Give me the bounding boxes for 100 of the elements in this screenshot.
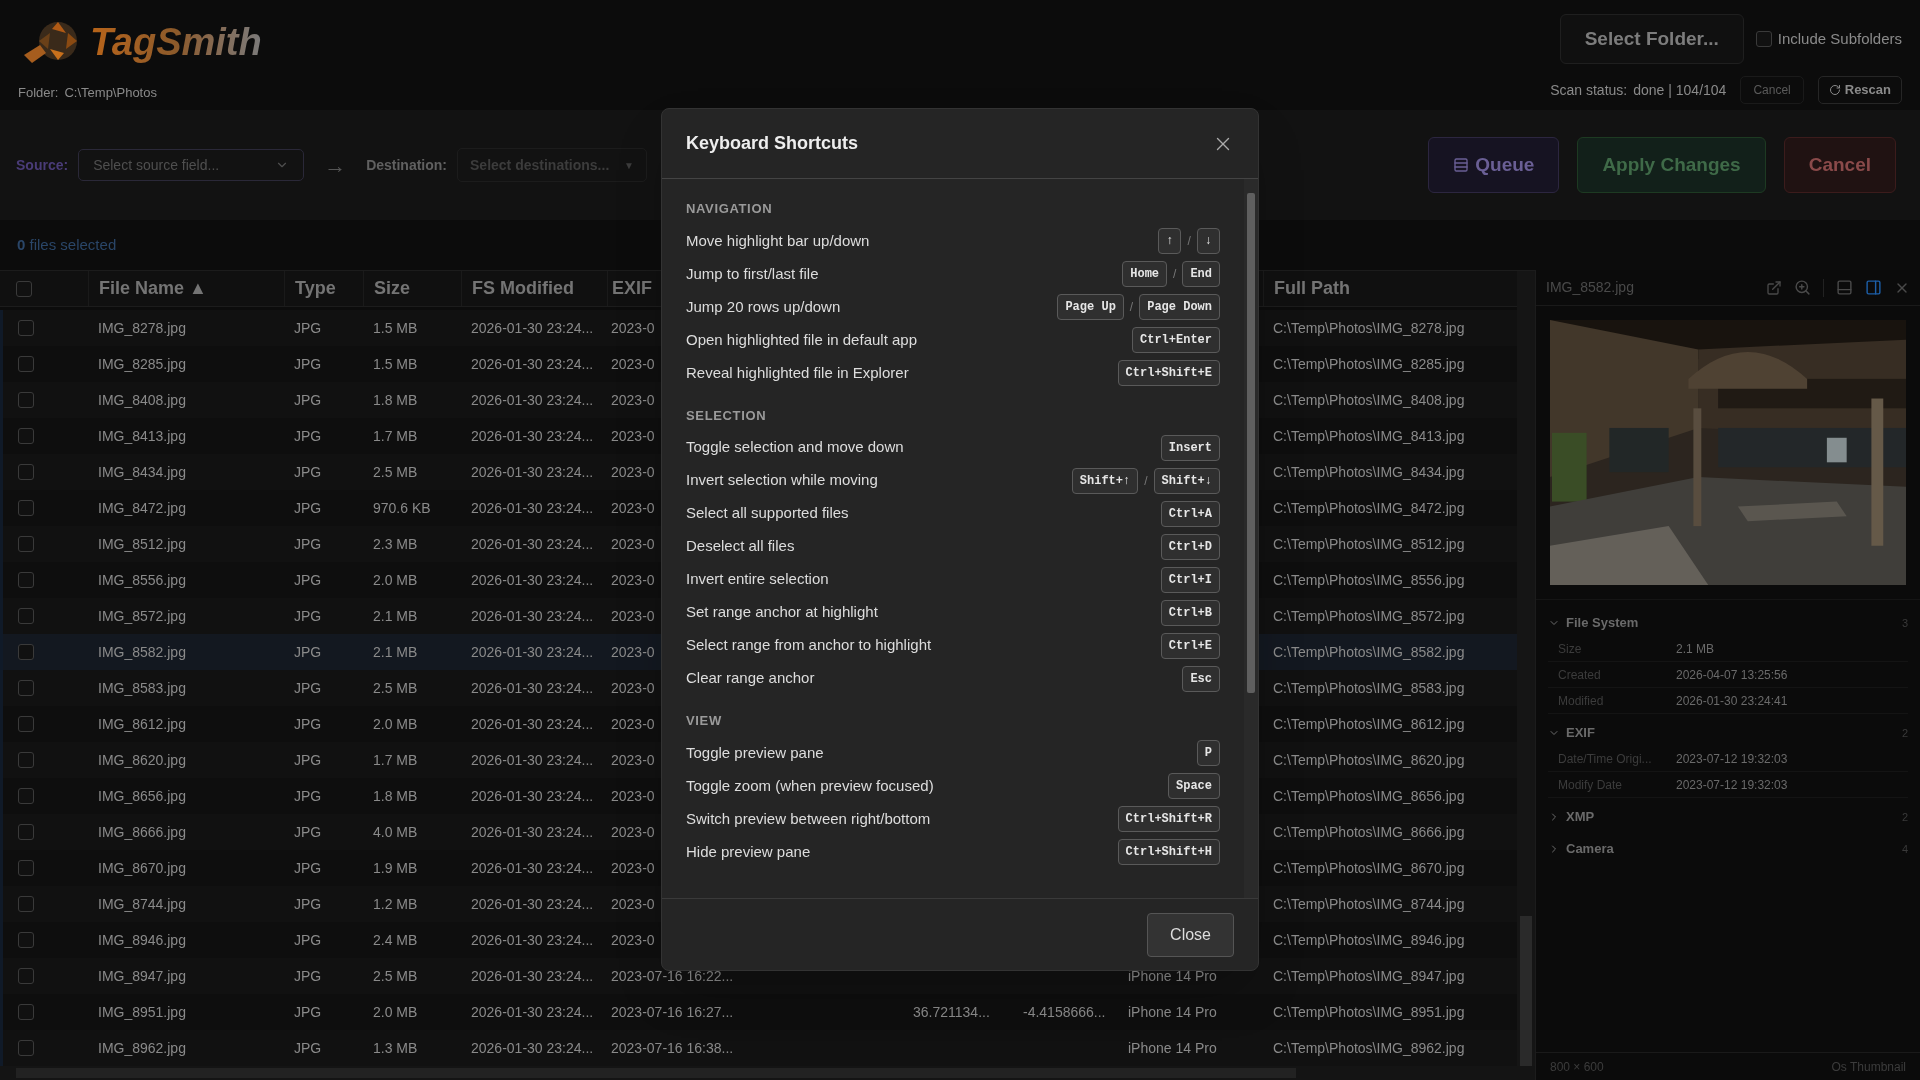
checkbox-label: Include Subfolders xyxy=(1777,28,1902,49)
table-cell: IMG_8582.jpg xyxy=(98,643,186,660)
table-cell: 1.7 MB xyxy=(373,751,418,768)
table-cell: 2023-0 xyxy=(611,319,655,336)
shortcut-label: Clear range anchor xyxy=(686,668,815,689)
table-cell: 2023-0 xyxy=(611,823,655,840)
table-cell: 1.5 MB xyxy=(373,355,418,372)
table-cell: 2023-0 xyxy=(611,895,655,912)
table-cell: C:\Temp\Photos\IMG_8572.jpg xyxy=(1273,607,1465,624)
table-cell: JPG xyxy=(294,715,322,732)
table-cell: JPG xyxy=(294,319,322,336)
key-cap: Esc xyxy=(1182,665,1220,692)
table-cell: 2026-01-30 23:24... xyxy=(471,967,594,984)
table-cell: C:\Temp\Photos\IMG_8583.jpg xyxy=(1273,679,1465,696)
table-cell: 2.1 MB xyxy=(373,607,418,624)
table-cell: JPG xyxy=(294,967,322,984)
table-cell: 2026-01-30 23:24... xyxy=(471,931,594,948)
table-cell: JPG xyxy=(294,535,322,552)
table-cell: 2026-01-30 23:24... xyxy=(471,751,594,768)
table-cell: IMG_8962.jpg xyxy=(98,1039,186,1056)
destination-label: Destination: xyxy=(366,155,447,175)
table-cell: IMG_8666.jpg xyxy=(98,823,186,840)
table-cell: 2023-07-16 16:38... xyxy=(611,1039,734,1056)
table-cell: 2.1 MB xyxy=(373,643,418,660)
key-cap: Ctrl+Shift+E xyxy=(1117,360,1220,386)
key-cap: Ctrl+D xyxy=(1160,533,1220,560)
table-cell: 2026-01-30 23:24... xyxy=(471,895,594,912)
table-cell: 2026-01-30 23:24... xyxy=(471,1003,594,1020)
key-cap: Ctrl+Enter xyxy=(1132,327,1220,353)
table-cell: 2.4 MB xyxy=(373,931,418,948)
shortcut-label: Deselect all files xyxy=(686,536,795,557)
table-cell: JPG xyxy=(294,679,322,696)
shortcut-label: Set range anchor at highlight xyxy=(686,602,878,623)
table-cell: 2026-01-30 23:24... xyxy=(471,499,594,516)
table-cell: 2026-01-30 23:24... xyxy=(471,643,594,660)
table-cell: 2026-01-30 23:24... xyxy=(471,787,594,804)
key-cap: ↓ xyxy=(1196,228,1220,254)
table-cell: C:\Temp\Photos\IMG_8413.jpg xyxy=(1273,427,1465,444)
source-label: Source: xyxy=(16,155,69,175)
key-cap: Ctrl+E xyxy=(1160,632,1220,659)
shortcut-label: Invert selection while moving xyxy=(686,470,878,491)
table-cell: 2026-01-30 23:24... xyxy=(471,427,594,444)
table-cell: C:\Temp\Photos\IMG_8656.jpg xyxy=(1273,787,1465,804)
key-separator: / xyxy=(1173,266,1177,283)
table-cell: IMG_8278.jpg xyxy=(98,319,186,336)
table-cell: C:\Temp\Photos\IMG_8408.jpg xyxy=(1273,391,1465,408)
table-cell: JPG xyxy=(294,859,322,876)
table-cell: JPG xyxy=(294,931,322,948)
selection-count: 0 files selected xyxy=(17,234,117,255)
table-cell: 2023-0 xyxy=(611,499,655,516)
preview-filename: IMG_8582.jpg xyxy=(1546,278,1634,297)
shortcut-label: Open highlighted file in default app xyxy=(686,329,917,350)
key-separator: / xyxy=(1144,472,1148,490)
table-cell: JPG xyxy=(294,607,322,624)
table-cell: JPG xyxy=(294,751,322,768)
shortcut-label: Invert entire selection xyxy=(686,569,829,590)
table-cell: C:\Temp\Photos\IMG_8666.jpg xyxy=(1273,823,1465,840)
table-cell: 2.5 MB xyxy=(373,679,418,696)
table-cell: 2.0 MB xyxy=(373,1003,418,1020)
table-cell: 970.6 KB xyxy=(373,499,431,516)
table-cell: JPG xyxy=(294,499,322,516)
table-cell: -4.4158666... xyxy=(1023,1003,1106,1020)
table-cell: C:\Temp\Photos\IMG_8620.jpg xyxy=(1273,751,1465,768)
shortcut-label: Select all supported files xyxy=(686,503,849,524)
table-cell: C:\Temp\Photos\IMG_8434.jpg xyxy=(1273,463,1465,480)
table-cell: JPG xyxy=(294,787,322,804)
table-cell: IMG_8472.jpg xyxy=(98,499,186,516)
section-heading: SELECTION xyxy=(686,406,768,425)
table-cell: 2.5 MB xyxy=(373,463,418,480)
table-cell: C:\Temp\Photos\IMG_8285.jpg xyxy=(1273,355,1465,372)
dialog-title: Keyboard Shortcuts xyxy=(686,132,859,155)
section-heading: VIEW xyxy=(686,712,723,730)
key-cap: Ctrl+A xyxy=(1160,500,1220,527)
property-value: 2026-04-07 13:25:56 xyxy=(1676,666,1788,684)
table-cell: JPG xyxy=(294,823,322,840)
table-cell: IMG_8670.jpg xyxy=(98,859,186,876)
table-cell: 2026-01-30 23:24... xyxy=(471,607,594,624)
table-cell: 36.721134... xyxy=(913,1003,990,1020)
table-cell: 2026-01-30 23:24... xyxy=(471,319,594,336)
table-cell: 2.3 MB xyxy=(373,535,418,552)
table-cell: 2023-0 xyxy=(611,859,655,876)
table-cell: 2023-0 xyxy=(611,751,655,768)
table-cell: JPG xyxy=(294,463,322,480)
table-cell: C:\Temp\Photos\IMG_8962.jpg xyxy=(1273,1039,1465,1056)
key-cap: Ctrl+I xyxy=(1160,566,1220,593)
table-cell: IMG_8946.jpg xyxy=(98,931,186,948)
key-separator: / xyxy=(1129,299,1134,316)
table-cell: 1.8 MB xyxy=(373,391,418,408)
folder-path: C:\Temp\Photos xyxy=(64,84,157,102)
table-cell: IMG_8951.jpg xyxy=(98,1003,186,1020)
shortcut-label: Toggle selection and move down xyxy=(686,437,904,458)
shortcut-label: Move highlight bar up/down xyxy=(686,230,870,251)
table-cell: C:\Temp\Photos\IMG_8744.jpg xyxy=(1273,895,1465,912)
table-cell: 2026-01-30 23:24... xyxy=(471,823,594,840)
table-cell: 2023-0 xyxy=(611,643,655,660)
table-cell: 2.0 MB xyxy=(373,715,418,732)
key-cap: Shift+↑ xyxy=(1071,467,1139,494)
table-cell: 2023-0 xyxy=(611,463,655,480)
table-cell: iPhone 14 Pro xyxy=(1128,1003,1217,1020)
table-cell: IMG_8408.jpg xyxy=(98,391,186,408)
